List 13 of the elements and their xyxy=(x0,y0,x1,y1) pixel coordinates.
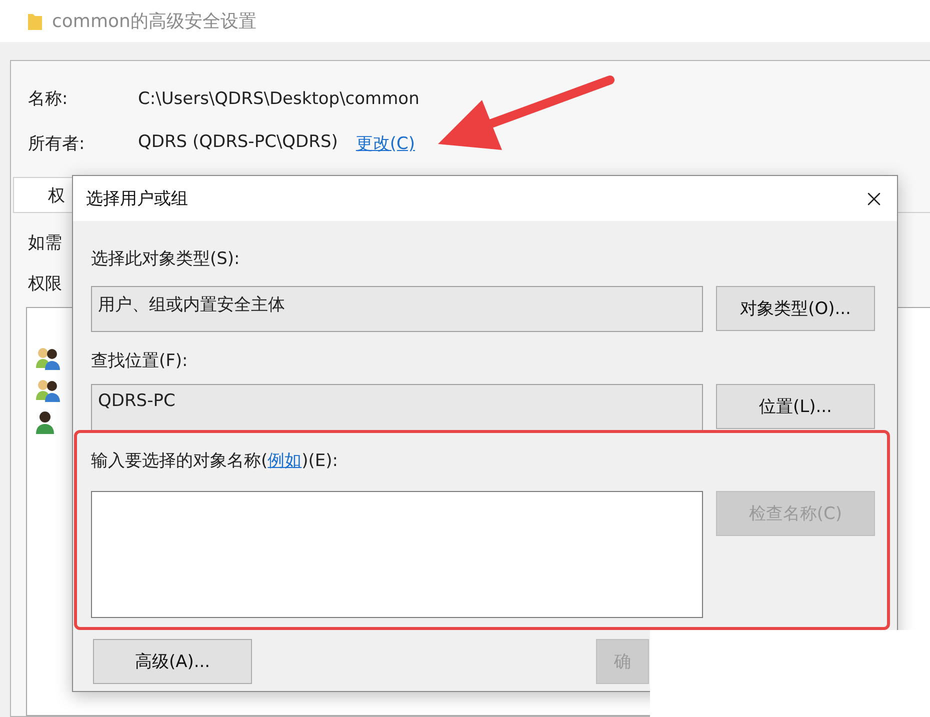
field-label: 输入要选择的对象名称(例如)(E): xyxy=(91,451,340,471)
property-value: QDRS (QDRS-PC\QDRS) xyxy=(138,132,338,154)
field-label: 选择此对象类型(S): xyxy=(91,249,241,269)
property-value: C:\Users\QDRS\Desktop\common xyxy=(138,88,420,108)
location-field: QDRS-PC xyxy=(91,384,703,431)
dialog-title: 选择用户或组 xyxy=(86,188,188,210)
instruction-text: 如需 xyxy=(28,232,63,254)
property-label: 名称: xyxy=(28,88,69,110)
window-title: common的高级安全设置 xyxy=(52,10,256,33)
instruction-text: 权限 xyxy=(28,273,63,295)
object-type-field: 用户、组或内置安全主体 xyxy=(91,286,703,332)
field-label: 查找位置(F): xyxy=(91,351,189,371)
property-label: 所有者: xyxy=(28,133,86,155)
